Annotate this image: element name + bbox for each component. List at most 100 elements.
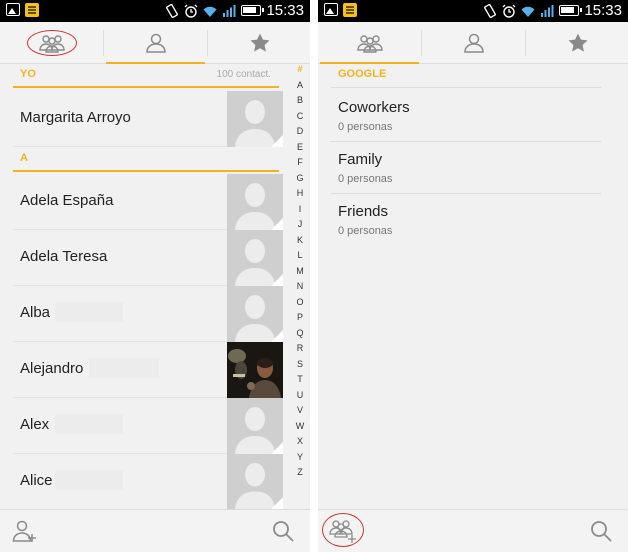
index-letter[interactable]: C <box>292 111 308 121</box>
index-letter[interactable]: L <box>292 250 308 260</box>
tab-favorites[interactable] <box>208 22 310 64</box>
index-letter[interactable]: T <box>292 374 308 384</box>
signal-icon <box>541 4 554 17</box>
contact-name: Alba <box>20 304 51 321</box>
index-letter[interactable]: E <box>292 142 308 152</box>
groups-screen: 15:33 GOOGLE Coworkers 0 personas Family… <box>318 0 628 552</box>
index-letter[interactable]: F <box>292 157 308 167</box>
index-letter[interactable]: B <box>292 95 308 105</box>
index-letter[interactable]: I <box>292 204 308 214</box>
contact-photo <box>227 342 283 398</box>
add-group-button[interactable] <box>328 516 358 546</box>
contact-name: Margarita Arroyo <box>20 109 131 126</box>
contact-avatar <box>227 91 283 147</box>
index-letter[interactable]: J <box>292 219 308 229</box>
contact-row[interactable]: Alex <box>13 398 283 454</box>
index-letter[interactable]: X <box>292 436 308 446</box>
contact-row[interactable]: Adela España <box>13 174 283 230</box>
index-letter[interactable]: W <box>292 421 308 431</box>
avatar-placeholder-icon <box>227 398 283 454</box>
contact-row[interactable]: Alice <box>13 454 283 509</box>
group-icon <box>38 35 65 53</box>
avatar-placeholder-icon <box>227 91 283 147</box>
search-button[interactable] <box>268 516 298 546</box>
index-letter[interactable]: V <box>292 405 308 415</box>
contact-row[interactable]: Alba <box>13 286 283 342</box>
section-header-me: YO 100 contact. <box>13 64 279 88</box>
avatar-placeholder-icon <box>227 230 283 286</box>
index-letter[interactable]: G <box>292 173 308 183</box>
contact-row[interactable]: Alejandro <box>13 342 283 398</box>
search-button[interactable] <box>586 516 616 546</box>
tab-groups[interactable] <box>318 22 421 64</box>
tab-favorites[interactable] <box>526 22 628 64</box>
alarm-icon <box>502 4 516 18</box>
group-icon <box>356 35 383 53</box>
group-name: Coworkers <box>338 99 410 116</box>
battery-icon <box>241 5 265 16</box>
contact-name: Alex <box>20 416 50 433</box>
wifi-icon <box>521 6 535 17</box>
group-row[interactable]: Coworkers 0 personas <box>331 90 601 142</box>
tab-bar <box>318 22 628 64</box>
index-letter[interactable]: D <box>292 126 308 136</box>
status-bar: 15:33 <box>0 0 310 22</box>
index-letter[interactable]: P <box>292 312 308 322</box>
contacts-screen: 15:33 YO 100 contact. Margarita Arroyo A… <box>0 0 310 552</box>
status-bar: 15:33 <box>318 0 628 22</box>
image-notification-icon <box>6 3 20 16</box>
index-letter[interactable]: S <box>292 359 308 369</box>
star-icon <box>250 33 269 52</box>
contact-row[interactable]: Adela Teresa <box>13 230 283 286</box>
group-row[interactable]: Family 0 personas <box>331 142 601 194</box>
contact-avatar <box>227 230 283 286</box>
add-person-icon <box>12 520 36 542</box>
contact-name: Alice <box>20 472 53 489</box>
redacted-surname <box>55 414 123 434</box>
contact-avatar <box>227 454 283 509</box>
index-letter[interactable]: # <box>292 64 308 74</box>
index-letter[interactable]: H <box>292 188 308 198</box>
person-icon <box>145 33 166 53</box>
tab-groups[interactable] <box>0 22 103 64</box>
section-header-google: GOOGLE <box>331 64 601 88</box>
tab-contacts[interactable] <box>422 22 525 64</box>
index-letter[interactable]: Z <box>292 467 308 477</box>
contact-name: Adela Teresa <box>20 248 108 265</box>
group-row[interactable]: Friends 0 personas <box>331 194 601 246</box>
search-icon <box>273 521 294 542</box>
contact-name: Alejandro <box>20 360 84 377</box>
add-contact-button[interactable] <box>10 516 40 546</box>
index-letter[interactable]: R <box>292 343 308 353</box>
avatar-placeholder-icon <box>227 454 283 509</box>
add-group-icon <box>329 520 356 543</box>
index-letter[interactable]: M <box>292 266 308 276</box>
contact-count: 100 contact. <box>216 69 271 80</box>
section-header-a: A <box>13 148 279 172</box>
bottom-bar <box>0 509 310 552</box>
vibrate-icon <box>484 3 497 18</box>
group-name: Friends <box>338 203 389 220</box>
index-letter[interactable]: O <box>292 297 308 307</box>
index-letter[interactable]: Y <box>292 452 308 462</box>
person-icon <box>463 33 484 53</box>
section-label: GOOGLE <box>338 68 387 80</box>
index-letter[interactable]: A <box>292 80 308 90</box>
index-letter[interactable]: N <box>292 281 308 291</box>
notes-notification-icon <box>25 3 39 17</box>
index-letter[interactable]: Q <box>292 328 308 338</box>
bottom-bar <box>318 509 628 552</box>
tab-contacts[interactable] <box>104 22 207 64</box>
group-name: Family <box>338 151 383 168</box>
group-member-count: 0 personas <box>338 121 393 133</box>
wifi-icon <box>203 6 217 17</box>
redacted-surname <box>55 302 123 322</box>
index-letter[interactable]: K <box>292 235 308 245</box>
group-member-count: 0 personas <box>338 225 393 237</box>
contact-row[interactable]: Margarita Arroyo <box>13 91 283 147</box>
battery-icon <box>559 5 583 16</box>
contact-name: Adela España <box>20 192 114 209</box>
section-label: A <box>20 152 28 164</box>
contact-avatar <box>227 286 283 342</box>
index-letter[interactable]: U <box>292 390 308 400</box>
